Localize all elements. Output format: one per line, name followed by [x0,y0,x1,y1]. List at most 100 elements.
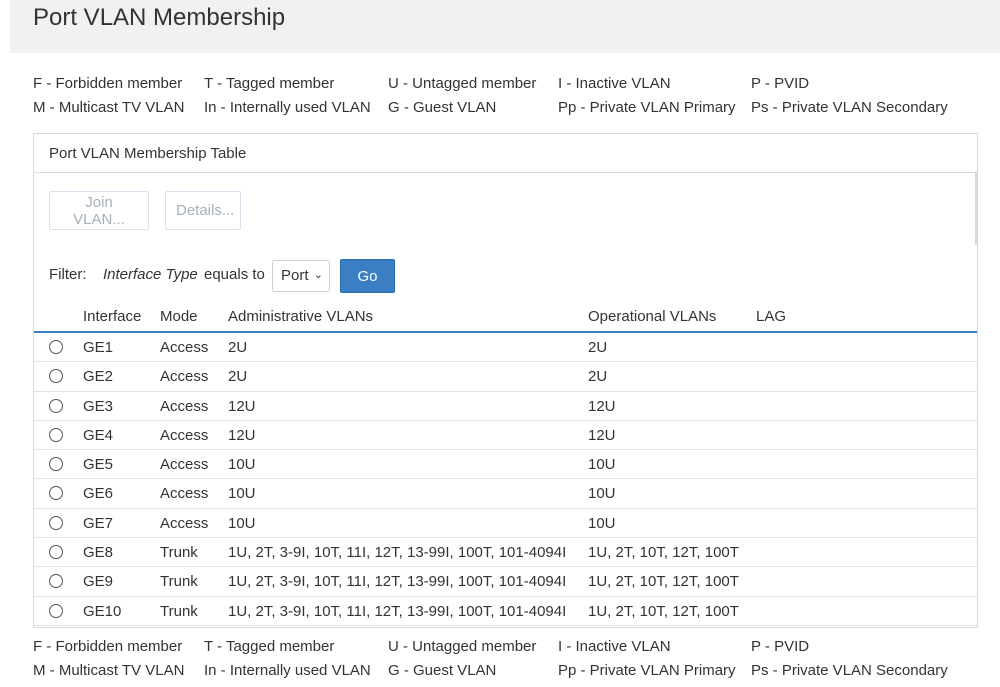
admin-vlans-cell: 1U, 2T, 3-9I, 10T, 11I, 12T, 13-99I, 100… [228,602,567,620]
row-select-radio[interactable] [49,515,63,530]
legend-item: F - Forbidden member [33,638,183,655]
legend-bottom: F - Forbidden member T - Tagged member U… [33,638,963,686]
admin-vlans-cell: 10U [228,456,256,474]
table-row[interactable]: GE5 Access 10U 10U [34,450,977,480]
table-row[interactable]: GE6 Access 10U 10U [34,479,977,509]
table-row[interactable]: GE3 Access 12U 12U [34,392,977,421]
admin-vlans-cell: 1U, 2T, 3-9I, 10T, 11I, 12T, 13-99I, 100… [228,573,567,591]
interface-cell: GE2 [83,368,114,386]
mode-cell: Access [160,368,209,386]
legend-item: I - Inactive VLAN [558,75,671,92]
interface-cell: GE8 [83,544,114,562]
row-select-radio[interactable] [49,457,63,472]
legend-item: U - Untagged member [388,638,537,655]
row-select-radio[interactable] [49,427,63,442]
row-select-radio[interactable] [49,369,63,384]
table-body: GE1 Access 2U 2U GE2 Access 2U 2U GE3 Access 12U 12… [34,333,977,626]
legend-item: I - Inactive VLAN [558,638,671,655]
legend-item: Pp - Private VLAN Primary [558,99,736,116]
go-button[interactable]: Go [340,259,395,293]
interface-cell: GE1 [83,339,114,356]
oper-vlans-cell: 10U [588,514,616,532]
column-header: LAG [756,308,787,325]
table-row[interactable]: GE7 Access 10U 10U [34,509,977,539]
table-row[interactable]: GE10 Trunk 1U, 2T, 3-9I, 10T, 11I, 12T, 13… [34,597,977,626]
legend-item: F - Forbidden member [33,75,183,92]
column-header: Operational VLANs [588,308,717,325]
interface-cell: GE6 [83,485,114,503]
legend-item: Pp - Private VLAN Primary [558,662,736,679]
admin-vlans-cell: 2U [228,339,248,356]
filter-label: Filter: [49,266,87,283]
oper-vlans-cell: 12U [588,397,616,415]
chevron-down-icon: ⌄ [313,269,323,281]
oper-vlans-cell: 2U [588,368,608,386]
panel-title: Port VLAN Membership Table [34,134,977,173]
admin-vlans-cell: 10U [228,514,256,532]
page-title: Port VLAN Membership [33,4,286,31]
legend-top: F - Forbidden member T - Tagged member U… [33,75,963,123]
join-vlan-button[interactable]: Join VLAN... [49,191,149,230]
table-row[interactable]: GE1 Access 2U 2U [34,333,977,363]
row-select-radio[interactable] [49,486,63,501]
row-select-radio[interactable] [49,603,63,618]
column-header: Administrative VLANs [228,308,374,325]
legend-row: F - Forbidden member T - Tagged member U… [33,638,963,662]
interface-cell: GE7 [83,514,114,532]
legend-item: P - PVID [751,638,810,655]
oper-vlans-cell: 1U, 2T, 10T, 12T, 100T [588,602,739,620]
vlan-membership-table: Interface Mode Administrative VLANs Oper… [34,301,977,626]
mode-cell: Access [160,397,209,415]
row-select-radio[interactable] [49,398,63,413]
admin-vlans-cell: 2U [228,368,248,386]
legend-item: U - Untagged member [388,75,537,92]
mode-cell: Access [160,485,209,503]
legend-row: M - Multicast TV VLAN In - Internally us… [33,99,963,123]
legend-row: F - Forbidden member T - Tagged member U… [33,75,963,99]
oper-vlans-cell: 1U, 2T, 10T, 12T, 100T [588,573,739,591]
legend-item: Ps - Private VLAN Secondary [751,662,948,679]
interface-cell: GE3 [83,397,114,415]
oper-vlans-cell: 12U [588,426,616,444]
legend-item: In - Internally used VLAN [204,662,371,679]
admin-vlans-cell: 12U [228,397,256,415]
details-button[interactable]: Details... [165,191,241,230]
mode-cell: Trunk [160,573,198,591]
vlan-membership-panel: Port VLAN Membership Table Join VLAN... … [33,133,978,628]
column-header: Mode [160,308,198,325]
select-value: Port [281,267,309,284]
interface-cell: GE5 [83,456,114,474]
table-row[interactable]: GE8 Trunk 1U, 2T, 3-9I, 10T, 11I, 12T, 13-… [34,538,977,568]
legend-item: T - Tagged member [204,638,335,655]
panel-scrollbar[interactable] [975,173,977,245]
table-header: Interface Mode Administrative VLANs Oper… [34,301,977,333]
legend-item: G - Guest VLAN [388,662,497,679]
row-select-radio[interactable] [49,574,63,589]
oper-vlans-cell: 2U [588,339,608,356]
column-header: Interface [83,308,142,325]
filter-field: Interface Type [103,266,198,283]
admin-vlans-cell: 12U [228,426,256,444]
interface-cell: GE9 [83,573,114,591]
table-row[interactable]: GE2 Access 2U 2U [34,362,977,392]
legend-row: M - Multicast TV VLAN In - Internally us… [33,662,963,686]
row-select-radio[interactable] [49,545,63,560]
mode-cell: Access [160,514,209,532]
legend-item: G - Guest VLAN [388,99,497,116]
mode-cell: Trunk [160,602,198,620]
legend-item: P - PVID [751,75,810,92]
interface-type-select[interactable]: Port ⌄ [272,260,330,292]
mode-cell: Access [160,426,209,444]
mode-cell: Access [160,456,209,474]
mode-cell: Trunk [160,544,198,562]
row-select-radio[interactable] [49,340,63,354]
table-row[interactable]: GE4 Access 12U 12U [34,421,977,451]
table-row[interactable]: GE9 Trunk 1U, 2T, 3-9I, 10T, 11I, 12T, 13-… [34,567,977,597]
legend-item: In - Internally used VLAN [204,99,371,116]
interface-cell: GE4 [83,426,114,444]
legend-item: M - Multicast TV VLAN [33,99,185,116]
oper-vlans-cell: 1U, 2T, 10T, 12T, 100T [588,544,739,562]
admin-vlans-cell: 1U, 2T, 3-9I, 10T, 11I, 12T, 13-99I, 100… [228,544,567,562]
interface-cell: GE10 [83,602,122,620]
admin-vlans-cell: 10U [228,485,256,503]
